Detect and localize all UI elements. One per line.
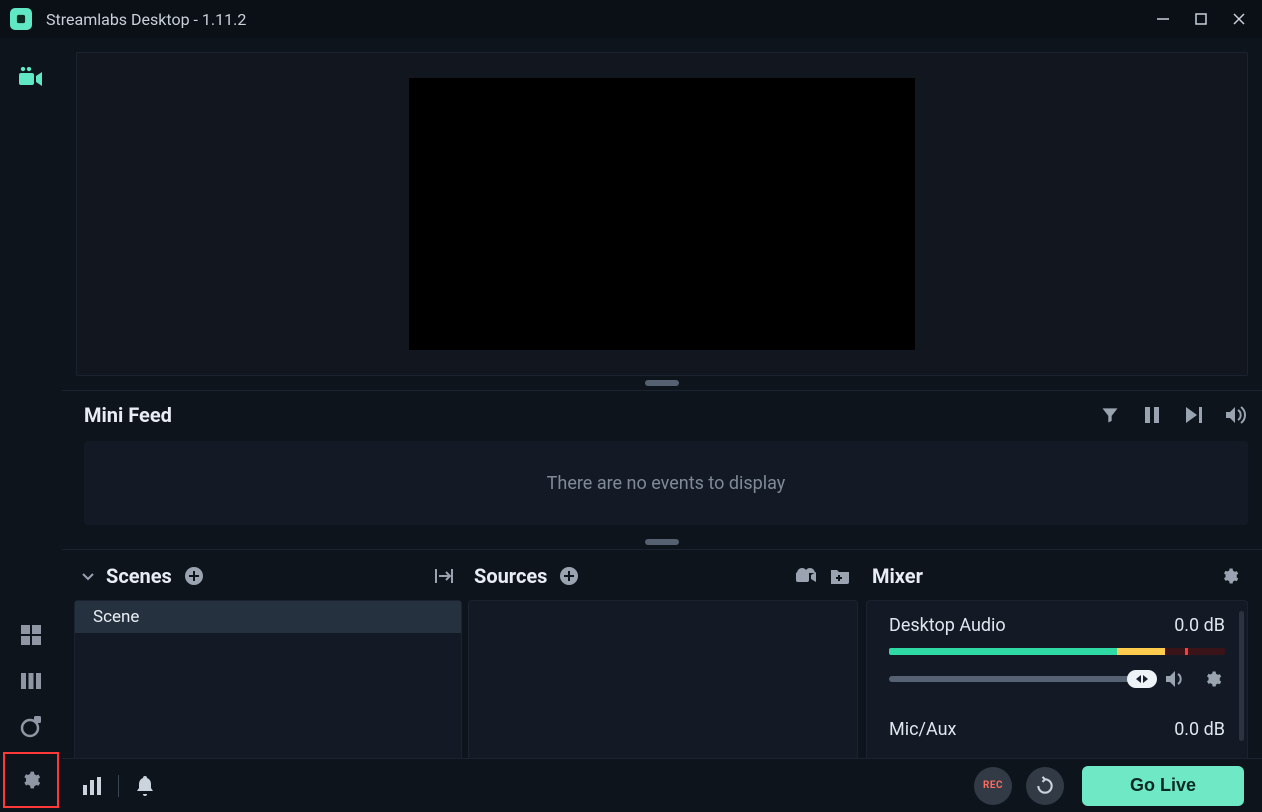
mixer-channel: Mic/Aux 0.0 dB: [867, 701, 1247, 750]
mixer-channel-name: Mic/Aux: [889, 719, 956, 740]
volume-icon[interactable]: [1224, 403, 1248, 427]
skip-icon[interactable]: [1182, 403, 1206, 427]
chevron-down-icon[interactable]: [80, 568, 96, 584]
replay-button[interactable]: [1026, 767, 1064, 805]
divider: [118, 775, 119, 797]
app-icon: [10, 8, 32, 30]
record-button[interactable]: REC: [974, 767, 1012, 805]
minifeed-panel: Mini Feed There are no events to display: [62, 390, 1262, 535]
editor-icon[interactable]: [10, 56, 52, 98]
scrollbar[interactable]: [1239, 611, 1244, 741]
preview-resize-handle[interactable]: [645, 380, 679, 386]
mixer-channel: Desktop Audio 0.0 dB: [867, 601, 1247, 701]
sources-title: Sources: [474, 564, 547, 588]
panels-resize-handle[interactable]: [645, 539, 679, 545]
settings-icon[interactable]: [10, 759, 52, 801]
titlebar: Streamlabs Desktop - 1.11.2: [0, 0, 1262, 38]
speaker-icon[interactable]: [1163, 667, 1187, 691]
preview-area[interactable]: [76, 52, 1248, 376]
scene-transition-icon[interactable]: [432, 564, 456, 588]
camera-icon[interactable]: [794, 564, 818, 588]
scenes-title: Scenes: [106, 564, 172, 588]
bell-icon[interactable]: [133, 774, 157, 798]
minifeed-empty: There are no events to display: [84, 441, 1248, 525]
pause-icon[interactable]: [1140, 403, 1164, 427]
go-live-button[interactable]: Go Live: [1082, 766, 1244, 806]
main-content: Mini Feed There are no events to display: [62, 38, 1262, 812]
record-label: REC: [983, 780, 1003, 791]
dashboard-icon[interactable]: [10, 614, 52, 656]
window-close-button[interactable]: [1220, 4, 1258, 34]
app-store-icon[interactable]: [10, 706, 52, 748]
mixer-channel-name: Desktop Audio: [889, 615, 1006, 636]
mixer-channel-db: 0.0 dB: [1174, 719, 1225, 740]
add-folder-icon[interactable]: [828, 564, 852, 588]
add-source-icon[interactable]: [557, 564, 581, 588]
minifeed-title: Mini Feed: [84, 403, 172, 427]
filter-icon[interactable]: [1098, 403, 1122, 427]
window-minimize-button[interactable]: [1144, 4, 1182, 34]
metrics-icon[interactable]: [80, 774, 104, 798]
slider-thumb[interactable]: [1127, 670, 1157, 688]
app-title: Streamlabs Desktop - 1.11.2: [46, 10, 246, 29]
layouts-icon[interactable]: [10, 660, 52, 702]
preview-canvas: [409, 78, 915, 350]
left-rail: [0, 38, 62, 812]
add-scene-icon[interactable]: [182, 564, 206, 588]
mixer-channel-db: 0.0 dB: [1174, 615, 1225, 636]
mixer-title: Mixer: [872, 564, 923, 588]
audio-meter: [889, 648, 1225, 655]
settings-highlight: [3, 752, 59, 808]
minifeed-empty-text: There are no events to display: [547, 473, 786, 494]
volume-slider[interactable]: [889, 676, 1149, 682]
mixer-settings-icon[interactable]: [1218, 564, 1242, 588]
gear-icon[interactable]: [1201, 667, 1225, 691]
window-maximize-button[interactable]: [1182, 4, 1220, 34]
scene-item[interactable]: Scene: [75, 601, 461, 633]
footer-bar: REC Go Live: [62, 758, 1262, 812]
